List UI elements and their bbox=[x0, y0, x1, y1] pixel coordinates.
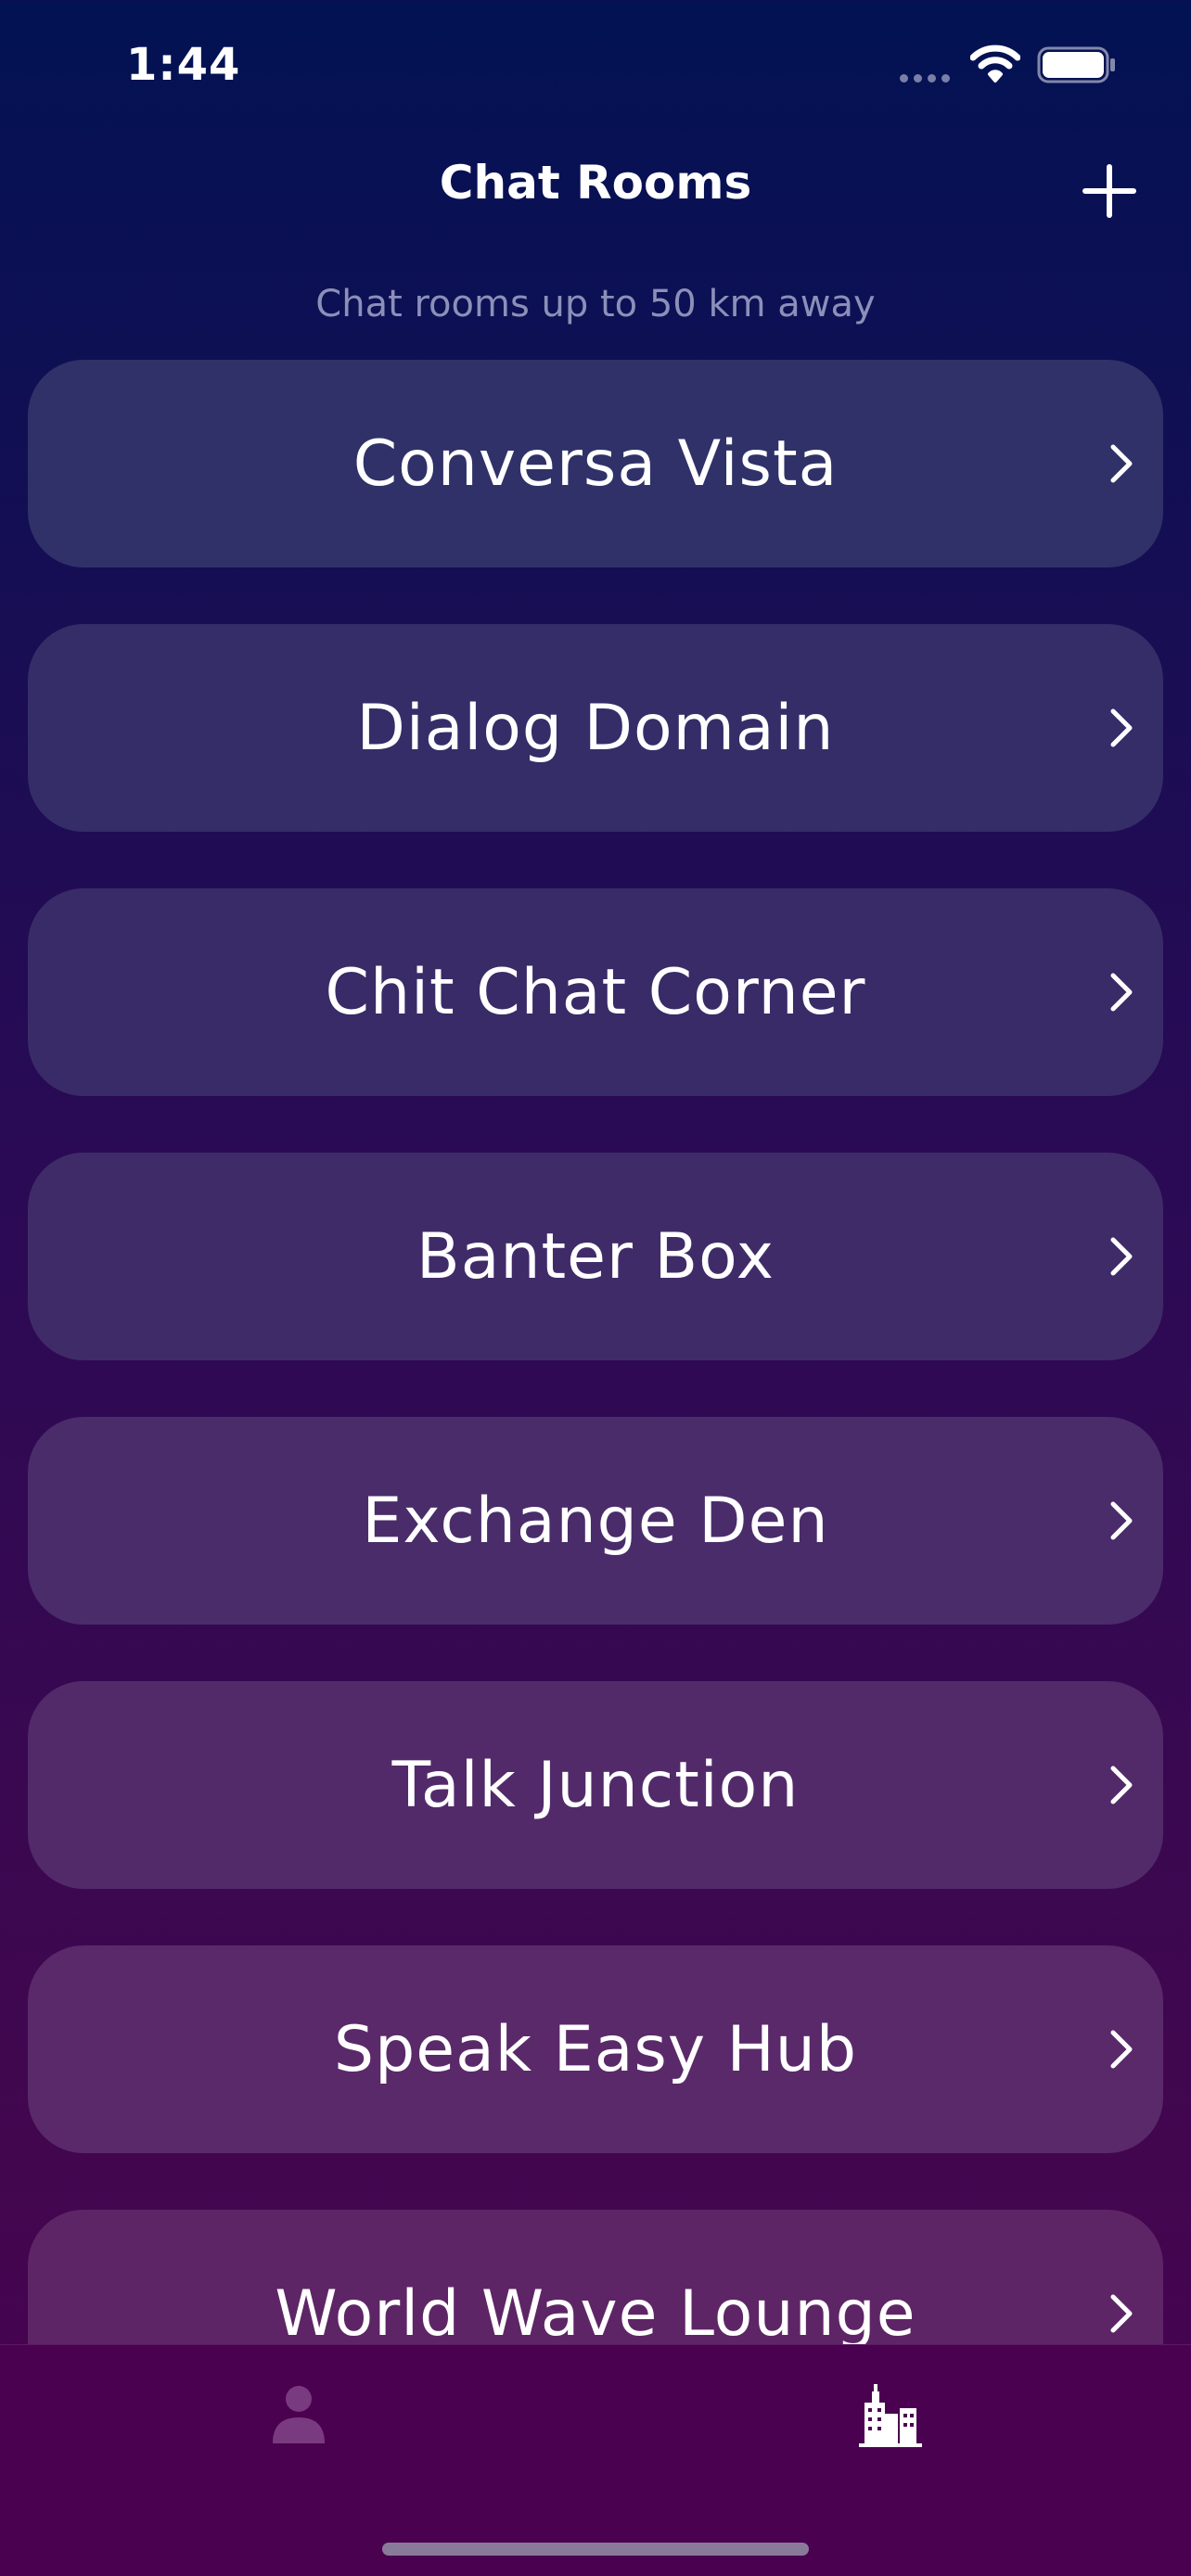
add-room-button[interactable] bbox=[1076, 158, 1143, 224]
chat-room-name: Banter Box bbox=[416, 1219, 775, 1294]
chevron-right-icon bbox=[1110, 2294, 1133, 2333]
tab-profile[interactable] bbox=[269, 2382, 328, 2447]
chat-room-name: Talk Junction bbox=[391, 1748, 800, 1822]
cellular-dots-icon bbox=[900, 74, 950, 83]
chat-room-item[interactable]: Chit Chat Corner bbox=[28, 888, 1163, 1096]
chevron-right-icon bbox=[1110, 2030, 1133, 2069]
plus-icon bbox=[1082, 164, 1136, 218]
chevron-right-icon bbox=[1110, 1501, 1133, 1540]
chevron-right-icon bbox=[1110, 444, 1133, 483]
battery-icon bbox=[1037, 46, 1115, 83]
page-title: Chat Rooms bbox=[439, 156, 752, 210]
chat-room-item[interactable]: Dialog Domain bbox=[28, 624, 1163, 832]
chevron-right-icon bbox=[1110, 1766, 1133, 1804]
chat-room-name: Dialog Domain bbox=[356, 691, 835, 765]
chat-room-name: Chit Chat Corner bbox=[325, 955, 866, 1029]
chevron-right-icon bbox=[1110, 708, 1133, 747]
status-bar: 1:44 bbox=[0, 0, 1191, 139]
chat-room-item[interactable]: Conversa Vista bbox=[28, 360, 1163, 567]
chat-room-name: World Wave Lounge bbox=[275, 2276, 916, 2351]
tab-chat-rooms[interactable] bbox=[857, 2382, 924, 2449]
tab-bar bbox=[0, 2344, 1191, 2576]
chat-room-name: Speak Easy Hub bbox=[333, 2012, 858, 2086]
person-icon bbox=[273, 2386, 325, 2443]
chevron-right-icon bbox=[1110, 973, 1133, 1012]
chat-room-item[interactable]: Talk Junction bbox=[28, 1681, 1163, 1889]
status-time: 1:44 bbox=[126, 39, 241, 91]
wifi-icon bbox=[970, 45, 1020, 83]
chat-room-name: Conversa Vista bbox=[352, 427, 839, 501]
chat-room-name: Exchange Den bbox=[362, 1484, 829, 1558]
chat-room-item[interactable]: Exchange Den bbox=[28, 1417, 1163, 1625]
chat-room-item[interactable]: Banter Box bbox=[28, 1153, 1163, 1360]
chat-room-list[interactable]: Conversa Vista Dialog Domain Chit Chat C… bbox=[28, 360, 1163, 2474]
chevron-right-icon bbox=[1110, 1237, 1133, 1276]
chat-room-item[interactable]: Speak Easy Hub bbox=[28, 1945, 1163, 2153]
city-buildings-icon bbox=[859, 2384, 922, 2447]
home-indicator[interactable] bbox=[382, 2543, 809, 2556]
distance-subtitle: Chat rooms up to 50 km away bbox=[315, 283, 876, 325]
